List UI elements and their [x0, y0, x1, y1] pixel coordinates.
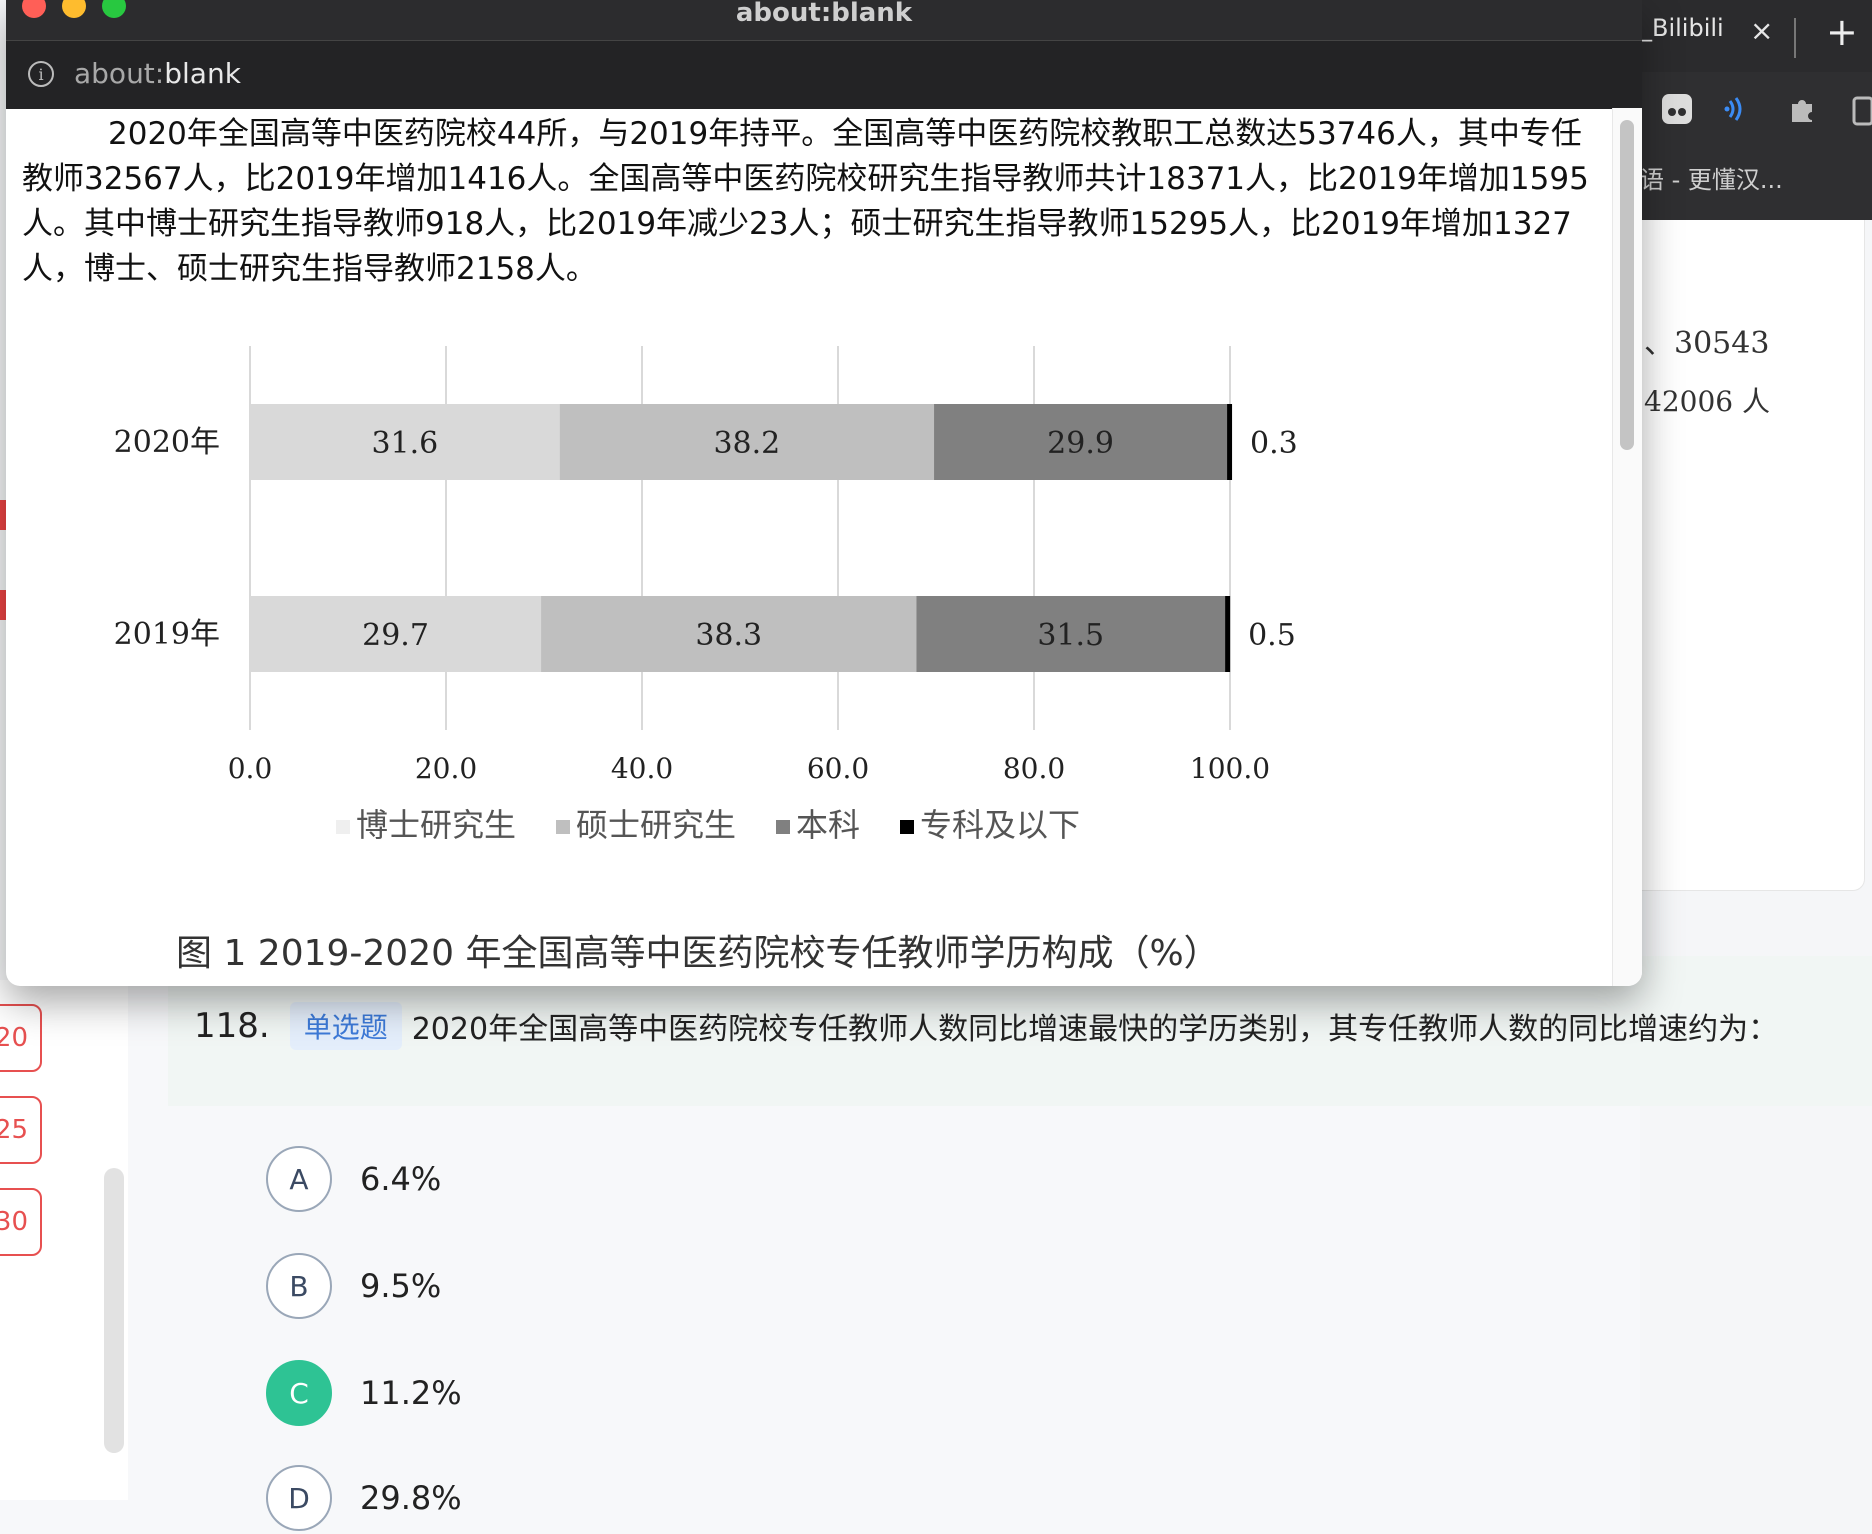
- bar-segment: [1227, 404, 1233, 480]
- legend-label: 硕士研究生: [576, 806, 736, 844]
- extension-icon[interactable]: [1660, 92, 1694, 134]
- sidebar-icon[interactable]: [1852, 96, 1872, 134]
- answer-card-item[interactable]: 30: [0, 1188, 42, 1256]
- x-tick-label: 20.0: [415, 752, 477, 785]
- category-label: 2020年: [114, 425, 220, 460]
- data-label: 31.6: [371, 426, 438, 461]
- data-label: 0.3: [1250, 426, 1298, 461]
- question-text: 2020年全国高等中医药院校专任教师人数同比增速最快的学历类别，其专任教师人数的…: [411, 1012, 1779, 1047]
- bar-segment: [1225, 596, 1231, 672]
- category-label: 2019年: [114, 617, 220, 652]
- question-row: 118. 单选题 2020年全国高等中医药院校专任教师人数同比增速最快的学历类别…: [194, 1002, 1778, 1050]
- puzzle-icon[interactable]: [1786, 92, 1820, 134]
- option-letter-selected[interactable]: C: [266, 1360, 332, 1426]
- address-scheme: about:: [74, 57, 165, 90]
- data-label: 0.5: [1248, 618, 1296, 653]
- data-label: 31.5: [1037, 618, 1104, 653]
- window-title: about:blank: [735, 0, 913, 28]
- article-paragraph: 2020年全国高等中医药院校44所，与2019年持平。全国高等中医药院校教职工总…: [22, 116, 1589, 287]
- address-path: blank: [164, 57, 241, 90]
- option-c[interactable]: C 11.2%: [266, 1360, 462, 1426]
- popup-scrollbar-thumb[interactable]: [1620, 120, 1634, 450]
- option-text[interactable]: 6.4%: [360, 1160, 441, 1198]
- option-a[interactable]: A 6.4%: [266, 1146, 441, 1212]
- background-card-text: 、30543: [1644, 326, 1770, 361]
- option-text[interactable]: 29.8%: [360, 1479, 462, 1517]
- legend-label: 博士研究生: [356, 806, 516, 844]
- data-label: 29.9: [1047, 426, 1114, 461]
- window-titlebar: about:blank: [6, 0, 1642, 40]
- popup-window: about:blank i about:blank 2020年全国高等中医药院校…: [6, 0, 1642, 986]
- x-tick-label: 80.0: [1003, 752, 1065, 785]
- answer-card-item[interactable]: 25: [0, 1096, 42, 1164]
- question-number: 118.: [194, 1006, 270, 1046]
- option-b[interactable]: B 9.5%: [266, 1253, 441, 1319]
- legend-label: 本科: [796, 806, 860, 844]
- background-toolbar-text: 语 - 更懂汉...: [1640, 166, 1783, 194]
- legend-swatch: [900, 820, 914, 834]
- question-type-badge: 单选题: [289, 1002, 402, 1050]
- legend-swatch: [776, 820, 790, 834]
- legend-swatch: [336, 820, 350, 834]
- tab-divider: [1794, 18, 1796, 58]
- option-text[interactable]: 9.5%: [360, 1267, 441, 1305]
- figure-caption: 图 1 2019-2020 年全国高等中医药院校专任教师学历构成（%）: [176, 933, 1220, 974]
- option-d[interactable]: D 29.8%: [266, 1465, 462, 1531]
- option-letter[interactable]: D: [266, 1465, 332, 1531]
- x-tick-label: 100.0: [1190, 752, 1270, 785]
- address-text[interactable]: about:blank: [74, 57, 241, 90]
- option-text[interactable]: 11.2%: [360, 1374, 462, 1412]
- background-card-text: 42006 人: [1644, 385, 1770, 418]
- legend-label: 专科及以下: [920, 806, 1080, 844]
- x-tick-label: 40.0: [611, 752, 673, 785]
- option-letter[interactable]: B: [266, 1253, 332, 1319]
- tab-close-icon[interactable]: ×: [1750, 14, 1773, 47]
- data-label: 38.3: [695, 618, 762, 653]
- answer-card-scrollbar[interactable]: [104, 1168, 124, 1453]
- address-bar[interactable]: i about:blank: [6, 40, 1642, 109]
- option-letter[interactable]: A: [266, 1146, 332, 1212]
- info-icon[interactable]: i: [28, 61, 54, 87]
- reader-extension-icon[interactable]: [1722, 92, 1756, 134]
- answer-card-item[interactable]: 20: [0, 1004, 42, 1072]
- x-tick-label: 0.0: [228, 752, 273, 785]
- stacked-bar-chart: 0.0 20.0 40.0 60.0 80.0 100.0 2020年 2019年 31.6 38…: [114, 346, 1298, 844]
- data-label: 29.7: [362, 618, 429, 653]
- x-tick-label: 60.0: [807, 752, 869, 785]
- new-tab-icon[interactable]: +: [1826, 10, 1858, 54]
- data-label: 38.2: [713, 426, 780, 461]
- legend-swatch: [556, 820, 570, 834]
